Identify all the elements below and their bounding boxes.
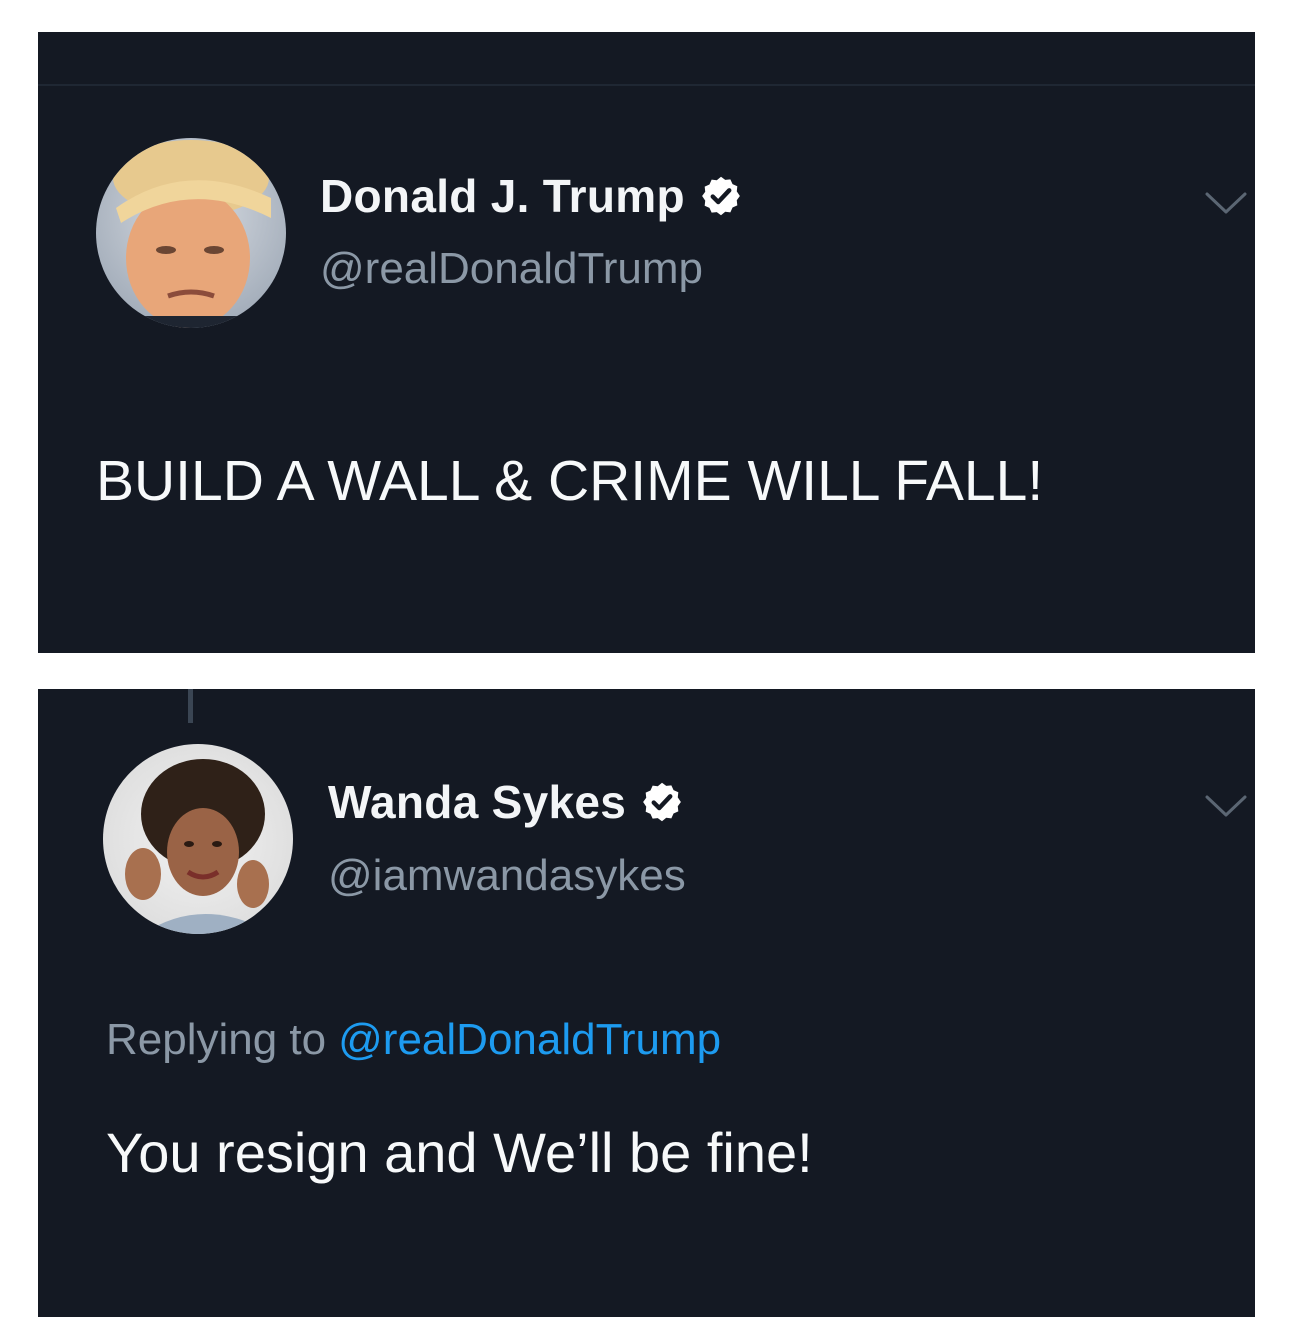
thread-connector-line — [188, 689, 193, 723]
replying-to-label: Replying to — [106, 1015, 327, 1064]
chevron-down-icon[interactable] — [1204, 793, 1248, 819]
replying-to-handle-link[interactable]: @realDonaldTrump — [338, 1015, 721, 1064]
tweet-card[interactable]: Donald J. Trump @realDonaldTrump BUILD A… — [38, 32, 1255, 653]
author-handle[interactable]: @iamwandasykes — [328, 851, 686, 901]
chevron-down-icon[interactable] — [1204, 190, 1248, 216]
avatar-image-trump — [96, 138, 286, 328]
replying-to-line: Replying to @realDonaldTrump — [106, 1015, 721, 1065]
author-handle[interactable]: @realDonaldTrump — [320, 244, 703, 294]
author-name[interactable]: Donald J. Trump — [320, 169, 685, 223]
tweet-card[interactable]: Wanda Sykes @iamwandasykes Replying to @r… — [38, 689, 1255, 1317]
avatar-image-sykes — [103, 744, 293, 934]
screenshot-collage: Donald J. Trump @realDonaldTrump BUILD A… — [0, 0, 1290, 1340]
author-name[interactable]: Wanda Sykes — [328, 775, 626, 829]
tweet-text: BUILD A WALL & CRIME WILL FALL! — [96, 449, 1044, 513]
avatar[interactable] — [96, 138, 286, 328]
verified-badge-icon — [640, 780, 684, 824]
author-row[interactable]: Donald J. Trump — [320, 168, 743, 224]
author-row[interactable]: Wanda Sykes — [328, 774, 684, 830]
divider — [38, 84, 1255, 86]
verified-badge-icon — [699, 174, 743, 218]
avatar[interactable] — [103, 744, 293, 934]
tweet-text: You resign and We’ll be fine! — [106, 1121, 813, 1184]
